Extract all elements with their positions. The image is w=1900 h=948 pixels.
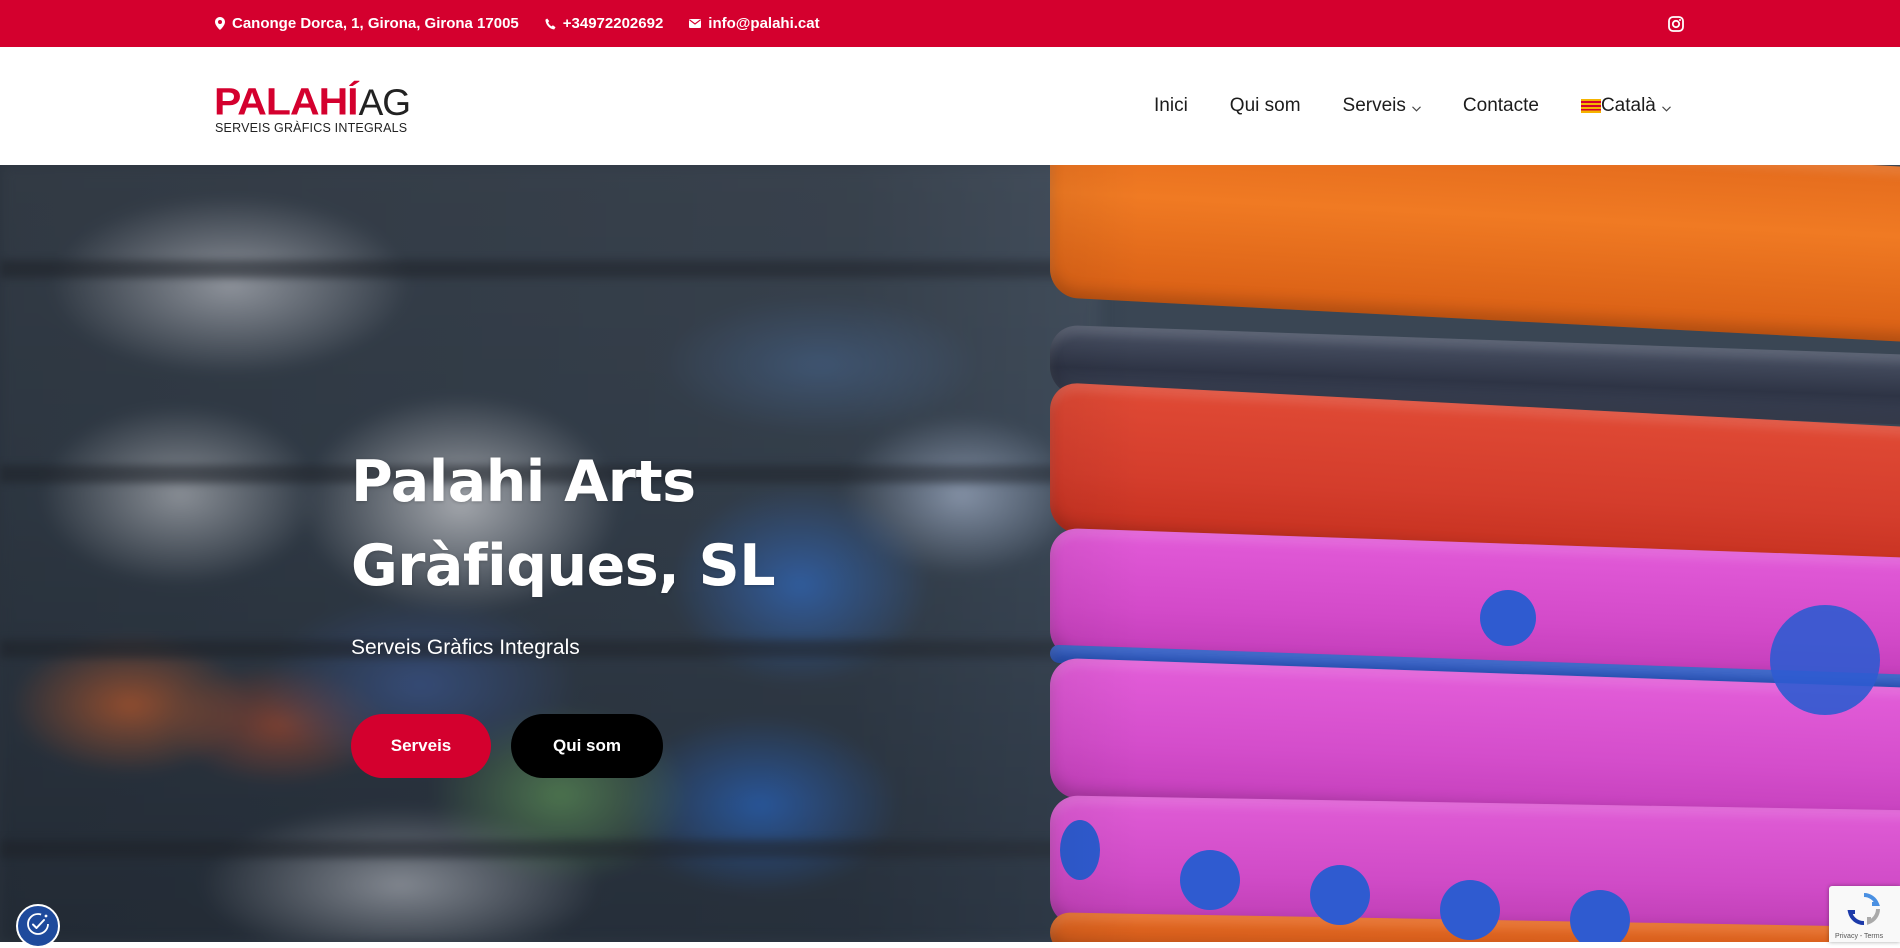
- accessibility-icon: [25, 911, 51, 942]
- nav-label: Qui som: [1229, 95, 1301, 116]
- address-item: Canonge Dorca, 1, Girona, Girona 17005: [215, 15, 519, 32]
- phone-link[interactable]: +34972202692: [563, 15, 664, 32]
- hero-title-line1: Palahi Arts: [351, 449, 696, 515]
- accessibility-button[interactable]: [16, 904, 60, 948]
- phone-icon: [545, 18, 556, 30]
- main-nav: Inici Qui som Serveis Contacte Català: [1154, 47, 1671, 165]
- logo-tagline: SERVEIS GRÀFICS INTEGRALS: [215, 121, 408, 135]
- hero-title-line2: Gràfiques, SL: [351, 533, 776, 599]
- nav-item-serveis[interactable]: Serveis: [1343, 94, 1421, 118]
- recaptcha-terms[interactable]: Privacy - Terms: [1835, 933, 1883, 940]
- address-text: Canonge Dorca, 1, Girona, Girona 17005: [232, 15, 519, 32]
- chevron-down-icon: [1412, 96, 1421, 118]
- language-selector[interactable]: Català: [1580, 94, 1671, 118]
- location-pin-icon: [215, 17, 225, 30]
- hero-title: Palahi Arts Gràfiques, SL: [351, 440, 951, 608]
- nav-label: Inici: [1154, 95, 1188, 116]
- logo-wordmark: PALAHÍ AG: [214, 80, 411, 123]
- nav-item-contacte[interactable]: Contacte: [1463, 95, 1539, 117]
- site-logo[interactable]: PALAHÍ AG SERVEIS GRÀFICS INTEGRALS: [214, 80, 439, 136]
- nav-item-inici[interactable]: Inici: [1154, 95, 1188, 117]
- hero-content: Palahi Arts Gràfiques, SL Serveis Gràfic…: [351, 440, 951, 778]
- top-bar: Canonge Dorca, 1, Girona, Girona 17005 +…: [0, 0, 1900, 47]
- qui-som-button[interactable]: Qui som: [511, 714, 663, 778]
- contact-info: Canonge Dorca, 1, Girona, Girona 17005 +…: [215, 0, 820, 47]
- logo-suffix: AG: [358, 82, 411, 123]
- recaptcha-badge[interactable]: Privacy - Terms: [1829, 886, 1900, 942]
- catalan-flag-icon: [1580, 99, 1601, 113]
- email-link[interactable]: info@palahi.cat: [708, 15, 819, 32]
- phone-item[interactable]: +34972202692: [545, 15, 664, 32]
- email-item[interactable]: info@palahi.cat: [689, 15, 820, 32]
- hero-subtitle: Serveis Gràfics Integrals: [351, 636, 580, 659]
- nav-label: Contacte: [1462, 95, 1539, 116]
- instagram-icon[interactable]: [1666, 14, 1686, 34]
- hero-section: Palahi Arts Gràfiques, SL Serveis Gràfic…: [0, 165, 1900, 942]
- envelope-icon: [689, 19, 702, 28]
- logo-brand: PALAHÍ: [214, 80, 359, 123]
- site-header: PALAHÍ AG SERVEIS GRÀFICS INTEGRALS Inic…: [0, 47, 1900, 165]
- language-label: Català: [1600, 95, 1656, 116]
- serveis-button[interactable]: Serveis: [351, 714, 491, 778]
- recaptcha-icon: [1847, 892, 1881, 931]
- nav-item-qui-som[interactable]: Qui som: [1230, 95, 1301, 117]
- chevron-down-icon: [1661, 96, 1671, 118]
- hero-buttons: Serveis Qui som: [351, 714, 951, 778]
- nav-label: Serveis: [1342, 95, 1406, 116]
